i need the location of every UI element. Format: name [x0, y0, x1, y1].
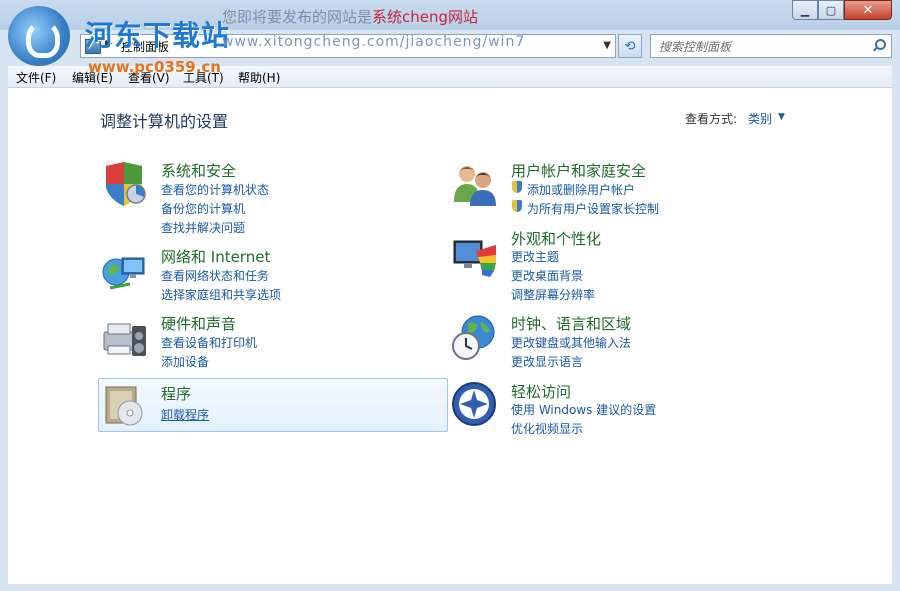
user-accounts-icon[interactable]: [450, 160, 498, 208]
link-change-keyboard[interactable]: 更改键盘或其他输入法: [511, 334, 631, 351]
watermark-site-url: www.pc0359.cn: [88, 58, 221, 76]
link-view-computer-status[interactable]: 查看您的计算机状态: [161, 181, 269, 198]
watermark-banner-url: www.xitongcheng.com/jiaocheng/win7: [222, 34, 526, 50]
chevron-down-icon[interactable]: ▼: [603, 40, 611, 51]
refresh-icon: ⟲: [624, 38, 636, 54]
search-icon[interactable]: [872, 38, 886, 52]
category-clock-region[interactable]: 时钟、语言和区域: [511, 313, 631, 334]
category-hardware-sound[interactable]: 硬件和声音: [161, 313, 236, 334]
minimize-button[interactable]: ▁: [792, 0, 818, 20]
system-security-icon[interactable]: [100, 160, 148, 208]
menu-file[interactable]: 文件(F): [16, 69, 56, 86]
link-troubleshoot[interactable]: 查找并解决问题: [161, 219, 245, 236]
uac-shield-icon: [511, 200, 523, 213]
refresh-button[interactable]: ⟲: [618, 34, 642, 58]
network-icon[interactable]: [100, 248, 148, 296]
search-box[interactable]: [650, 34, 892, 58]
control-panel-window: ▁ ▢ ✕ ▶ 控制面板 ▶ ▼ ⟲ 河东下载站 您即将要发布的网站是系统che…: [0, 0, 900, 591]
hardware-sound-icon[interactable]: [100, 314, 148, 362]
watermark-banner: 您即将要发布的网站是系统cheng网站: [222, 6, 478, 27]
category-programs[interactable]: 程序: [161, 383, 191, 404]
link-add-remove-accounts[interactable]: 添加或删除用户帐户: [527, 181, 635, 198]
watermark-logo-icon: [8, 6, 70, 66]
category-ease-of-access[interactable]: 轻松访问: [511, 381, 571, 402]
uac-shield-icon: [511, 181, 523, 194]
link-network-status[interactable]: 查看网络状态和任务: [161, 267, 269, 284]
view-by-label: 查看方式:: [685, 112, 738, 126]
clock-region-icon[interactable]: [450, 314, 498, 362]
programs-icon[interactable]: [100, 381, 148, 429]
chevron-down-icon[interactable]: ▼: [778, 112, 785, 122]
link-uninstall-program[interactable]: 卸载程序: [161, 406, 209, 423]
link-windows-suggested-settings[interactable]: 使用 Windows 建议的设置: [511, 401, 656, 418]
view-by-dropdown[interactable]: 类别: [748, 110, 772, 127]
watermark-site-name: 河东下载站: [85, 19, 231, 52]
watermark-banner-text: 您即将要发布的网站是: [222, 8, 373, 26]
maximize-button[interactable]: ▢: [818, 0, 844, 20]
category-user-accounts[interactable]: 用户帐户和家庭安全: [511, 160, 646, 181]
category-hover-highlight: [98, 378, 448, 432]
category-system-security[interactable]: 系统和安全: [161, 160, 236, 181]
link-add-device[interactable]: 添加设备: [161, 353, 209, 370]
category-network-internet[interactable]: 网络和 Internet: [161, 246, 270, 267]
link-parental-controls[interactable]: 为所有用户设置家长控制: [527, 200, 659, 217]
category-appearance[interactable]: 外观和个性化: [511, 228, 601, 249]
link-change-theme[interactable]: 更改主题: [511, 248, 559, 265]
search-input[interactable]: [657, 37, 871, 57]
ease-of-access-icon[interactable]: [450, 380, 498, 428]
link-backup-computer[interactable]: 备份您的计算机: [161, 200, 245, 217]
link-optimize-video[interactable]: 优化视频显示: [511, 420, 583, 437]
link-display-language[interactable]: 更改显示语言: [511, 353, 583, 370]
close-button[interactable]: ✕: [844, 0, 892, 20]
link-homegroup-sharing[interactable]: 选择家庭组和共享选项: [161, 286, 281, 303]
page-title: 调整计算机的设置: [100, 112, 229, 131]
content-pane: 调整计算机的设置 查看方式: 类别 ▼ 系统和安全 查看您的计算机状态 备份您的…: [8, 88, 892, 584]
link-devices-printers[interactable]: 查看设备和打印机: [161, 334, 257, 351]
link-screen-resolution[interactable]: 调整屏幕分辨率: [511, 286, 595, 303]
watermark-banner-highlight: 系统cheng网站: [372, 8, 479, 26]
menu-help[interactable]: 帮助(H): [238, 69, 280, 86]
link-change-background[interactable]: 更改桌面背景: [511, 267, 583, 284]
appearance-icon[interactable]: [450, 233, 498, 281]
